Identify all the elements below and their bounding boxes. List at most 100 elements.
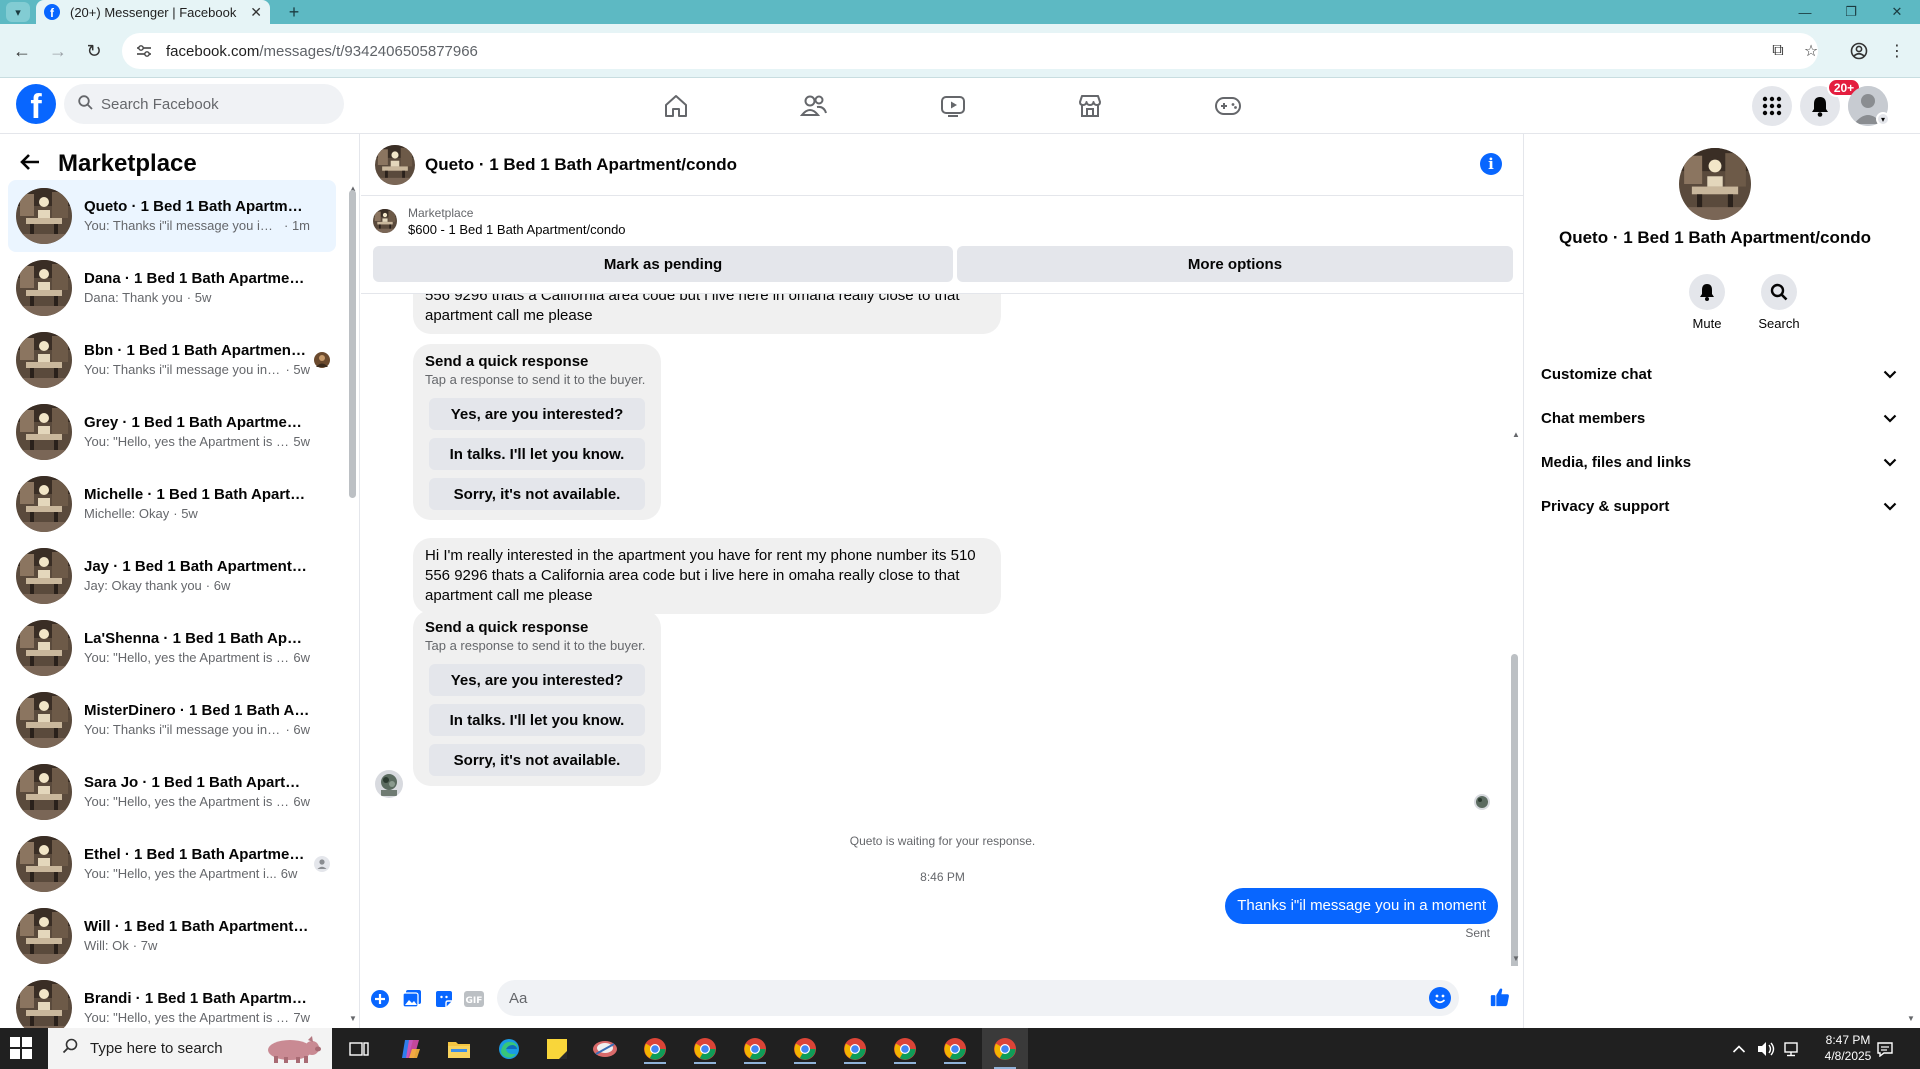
quick-response-in-talks-button[interactable]: In talks. I'll let you know. [429, 438, 645, 470]
gaming-icon[interactable] [1208, 86, 1248, 126]
media-files-links-section[interactable]: Media, files and links [1541, 444, 1897, 480]
back-arrow-icon[interactable] [20, 151, 40, 177]
conversation-item[interactable]: MisterDinero · 1 Bed 1 Bath Apar... You: … [8, 684, 336, 756]
task-view-icon[interactable] [344, 1034, 374, 1064]
tray-overflow-icon[interactable] [1732, 1028, 1746, 1069]
message-input[interactable]: Aa [497, 980, 1459, 1016]
my-message-bubble: Thanks i"il message you in a moment [1225, 888, 1498, 924]
conversation-item[interactable]: Brandi · 1 Bed 1 Bath Apartment... You: "… [8, 972, 336, 1028]
back-arrow-icon[interactable]: ← [8, 38, 36, 64]
listing-thumbnail[interactable] [373, 209, 397, 233]
conversation-item[interactable]: Dana · 1 Bed 1 Bath Apartment/c... Dana: … [8, 252, 336, 324]
conversation-item[interactable]: Grey · 1 Bed 1 Bath Apartment/c... You: "… [8, 396, 336, 468]
profile-icon[interactable] [1846, 38, 1872, 64]
tab-close-icon[interactable]: ✕ [250, 4, 262, 21]
thumbs-up-icon[interactable] [1489, 986, 1511, 1008]
search-action[interactable]: Search [1749, 274, 1809, 331]
chat-scrollbar[interactable] [1511, 654, 1518, 966]
sidebar-scrollbar[interactable] [349, 190, 356, 498]
bookmark-star-icon[interactable]: ☆ [1798, 38, 1824, 64]
chrome-profile-5-icon[interactable] [840, 1034, 870, 1064]
reload-icon[interactable]: ↻ [80, 38, 108, 64]
scroll-down-arrow-icon[interactable]: ▼ [1907, 1014, 1915, 1023]
emoji-icon[interactable] [1429, 987, 1451, 1009]
network-icon[interactable] [1782, 1028, 1800, 1069]
listing-name[interactable]: $600 - 1 Bed 1 Bath Apartment/condo [408, 222, 626, 237]
friends-icon[interactable] [794, 86, 834, 126]
chrome-profile-2-icon[interactable] [690, 1034, 720, 1064]
conversation-item[interactable]: Bbn · 1 Bed 1 Bath Apartment/... You: Tha… [8, 324, 336, 396]
customize-chat-section[interactable]: Customize chat [1541, 356, 1897, 392]
sticky-notes-icon[interactable] [542, 1034, 572, 1064]
chrome-profile-1-icon[interactable] [640, 1034, 670, 1064]
chrome-profile-7-icon[interactable] [940, 1034, 970, 1064]
facebook-search-input[interactable]: Search Facebook [64, 84, 344, 124]
more-options-button[interactable]: More options [957, 246, 1513, 282]
conversation-text: Michelle · 1 Bed 1 Bath Apartme... Michel… [84, 485, 336, 523]
bell-icon[interactable] [1689, 274, 1725, 310]
account-chevron-icon[interactable]: ▾ [1876, 112, 1890, 126]
menu-grid-icon[interactable] [1752, 86, 1792, 126]
tab-search-chevron-icon[interactable]: ▾ [6, 2, 30, 22]
site-info-icon[interactable] [134, 41, 154, 61]
mark-as-pending-button[interactable]: Mark as pending [373, 246, 953, 282]
marketplace-icon[interactable] [1070, 86, 1110, 126]
sticker-icon[interactable] [433, 988, 455, 1010]
quick-response-in-talks-button[interactable]: In talks. I'll let you know. [429, 704, 645, 736]
chat-avatar[interactable] [375, 144, 415, 185]
conversation-avatar [16, 548, 72, 604]
sender-avatar[interactable] [375, 770, 403, 798]
browser-tab[interactable]: f (20+) Messenger | Facebook ✕ [36, 0, 270, 24]
edge-icon[interactable] [494, 1034, 524, 1064]
chrome-active-window-icon[interactable] [982, 1028, 1028, 1069]
snipping-tool-icon[interactable] [590, 1034, 620, 1064]
windows-start-icon[interactable] [10, 1037, 32, 1059]
privacy-support-section[interactable]: Privacy & support [1541, 488, 1897, 524]
message-composer: GIF Aa [361, 972, 1524, 1024]
copilot-icon[interactable] [396, 1034, 426, 1064]
chat-members-section[interactable]: Chat members [1541, 400, 1897, 436]
chevron-down-icon [1883, 410, 1897, 426]
add-plus-icon[interactable] [369, 988, 391, 1010]
browser-menu-icon[interactable]: ⋮ [1884, 38, 1910, 64]
volume-icon[interactable] [1756, 1028, 1776, 1069]
taskbar-search-input[interactable]: Type here to search [48, 1028, 332, 1069]
minimize-icon[interactable]: — [1782, 0, 1828, 24]
scroll-down-arrow-icon[interactable]: ▼ [1512, 954, 1520, 963]
photo-icon[interactable] [401, 988, 423, 1010]
search-icon[interactable] [1761, 274, 1797, 310]
preview-text: You: "Hello, yes the Apartment is st... [84, 650, 290, 665]
conversation-item[interactable]: Ethel · 1 Bed 1 Bath Apartmen... You: "He… [8, 828, 336, 900]
chrome-profile-3-icon[interactable] [740, 1034, 770, 1064]
conversation-info-icon[interactable]: i [1480, 153, 1502, 175]
profile-avatar[interactable] [1679, 148, 1751, 220]
quick-response-yes-button[interactable]: Yes, are you interested? [429, 398, 645, 430]
window-close-icon[interactable]: ✕ [1874, 0, 1920, 24]
home-icon[interactable] [656, 86, 696, 126]
conversation-item[interactable]: Sara Jo · 1 Bed 1 Bath Apartment... You: … [8, 756, 336, 828]
facebook-logo-icon[interactable]: f [16, 84, 56, 124]
conversation-item[interactable]: Queto · 1 Bed 1 Bath Apartment/... You: T… [8, 180, 336, 252]
chrome-profile-6-icon[interactable] [890, 1034, 920, 1064]
conversation-item[interactable]: Michelle · 1 Bed 1 Bath Apartme... Michel… [8, 468, 336, 540]
restore-icon[interactable]: ❐ [1828, 0, 1874, 24]
file-explorer-icon[interactable] [444, 1034, 474, 1064]
conversation-item[interactable]: La'Shenna · 1 Bed 1 Bath Apartm... You: "… [8, 612, 336, 684]
conversation-item[interactable]: Will · 1 Bed 1 Bath Apartment/co... Will:… [8, 900, 336, 972]
gif-icon[interactable]: GIF [463, 988, 485, 1010]
new-tab-plus-icon[interactable]: + [282, 0, 306, 24]
quick-response-yes-button[interactable]: Yes, are you interested? [429, 664, 645, 696]
quick-response-not-available-button[interactable]: Sorry, it's not available. [429, 478, 645, 510]
video-icon[interactable] [933, 86, 973, 126]
chat-title[interactable]: Queto · 1 Bed 1 Bath Apartment/condo [425, 155, 737, 175]
quick-response-not-available-button[interactable]: Sorry, it's not available. [429, 744, 645, 776]
install-app-icon[interactable]: ⧉ [1765, 38, 1791, 64]
forward-arrow-icon[interactable]: → [44, 38, 72, 64]
notification-center-icon[interactable] [1876, 1028, 1894, 1069]
conversation-item[interactable]: Jay · 1 Bed 1 Bath Apartment/co... Jay: O… [8, 540, 336, 612]
mute-action[interactable]: Mute [1677, 274, 1737, 331]
chrome-profile-4-icon[interactable] [790, 1034, 820, 1064]
scroll-up-arrow-icon[interactable]: ▲ [1512, 430, 1520, 439]
url-bar[interactable]: facebook.com/messages/t/9342406505877966 [122, 33, 1818, 69]
scroll-down-arrow-icon[interactable]: ▼ [349, 1014, 357, 1023]
